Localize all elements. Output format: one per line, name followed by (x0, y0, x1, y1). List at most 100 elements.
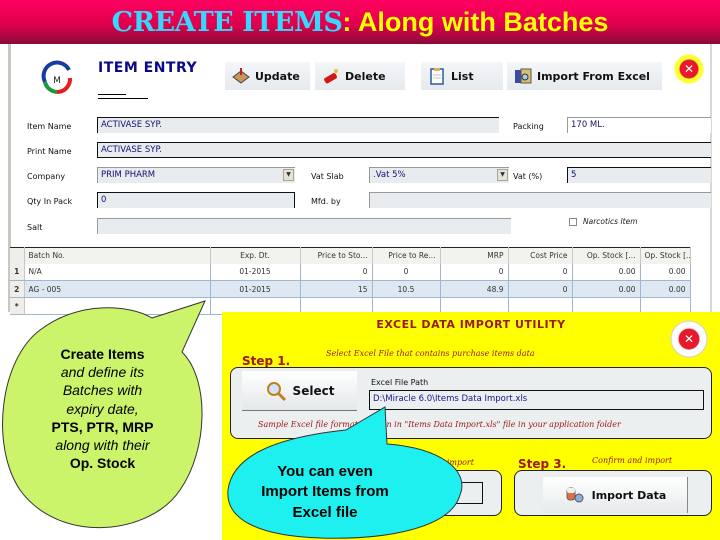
step1-hint: Select Excel File that contains purchase… (326, 349, 535, 358)
salt-label: Salt (27, 223, 43, 232)
divider (98, 98, 148, 99)
update-label: Update (255, 69, 300, 83)
callout-line: along with their (55, 436, 150, 453)
delete-button[interactable]: Delete (315, 62, 405, 90)
chevron-down-icon[interactable]: ▼ (283, 169, 294, 181)
callout-line: Op. Stock (69, 455, 136, 472)
company-value: PRIM PHARM (101, 170, 156, 180)
vat-pct-input[interactable]: 5 (567, 167, 711, 183)
cell-exp-dt[interactable]: 01-2015 (210, 280, 301, 298)
step1-label: Step 1. (242, 354, 291, 368)
close-icon: ✕ (683, 332, 695, 346)
item-name-input[interactable]: ACTIVASE SYP. (97, 117, 499, 133)
import-data-button[interactable]: Import Data (543, 477, 688, 513)
grid-header-row: Batch No. Exp. Dt. Price to Sto... Price… (10, 247, 691, 264)
batch-grid[interactable]: Batch No. Exp. Dt. Price to Sto... Price… (10, 247, 691, 315)
company-select[interactable]: PRIM PHARM ▼ (97, 167, 295, 183)
column-header-exp-dt[interactable]: Exp. Dt. (210, 247, 301, 264)
slide-title-banner: CREATE ITEMS: Along with Batches (0, 0, 720, 44)
svg-text:M: M (53, 76, 61, 86)
cell-batch-no[interactable]: AG - 005 (24, 280, 211, 298)
item-name-label: Item Name (27, 122, 72, 131)
list-button[interactable]: List (421, 62, 503, 90)
print-name-input[interactable]: ACTIVASE SYP. (97, 142, 711, 158)
company-label: Company (27, 172, 66, 181)
qty-in-pack-label: Qty In Pack (27, 197, 73, 206)
packing-input[interactable]: 170 ML. (567, 117, 711, 133)
callout-line: PTS, PTR, MRP (51, 418, 154, 435)
salt-input[interactable] (97, 218, 511, 234)
sample-file-note: Sample Excel file format is given in "It… (258, 420, 621, 429)
step2-hint: ...s to import (422, 458, 474, 467)
narcotics-checkbox[interactable] (569, 218, 577, 226)
title-create-items: CREATE ITEMS (111, 7, 343, 38)
chevron-down-icon[interactable]: ▼ (497, 169, 508, 181)
file-path-input[interactable]: D:\Miracle 6.0\Items Data Import.xls (369, 390, 704, 410)
print-name-label: Print Name (27, 147, 72, 156)
import-utility-title: EXCEL DATA IMPORT UTILITY (376, 318, 566, 331)
column-header-mrp[interactable]: MRP (440, 247, 509, 264)
row-index[interactable]: 2 (10, 280, 25, 298)
import-from-excel-button[interactable]: Import From Excel (507, 62, 662, 90)
cell-op-stock-1[interactable]: 0.00 (572, 280, 641, 298)
update-button[interactable]: Update (225, 62, 310, 90)
green-callout-text: Create Items and define its Batches with… (20, 345, 185, 472)
cell-price-to-retailer[interactable]: 0 (372, 263, 441, 281)
import-data-icon (566, 487, 584, 503)
delete-icon (324, 69, 338, 84)
form-title: ITEM ENTRY (98, 60, 198, 76)
cell-op-stock-1[interactable]: 0.00 (572, 263, 641, 281)
step3-hint: Confirm and import (592, 456, 673, 465)
column-header-op-stock-2[interactable]: Op. Stock [... (640, 247, 691, 264)
import-data-label: Import Data (591, 488, 667, 502)
table-row[interactable]: 2 AG - 005 01-2015 15 10.5 48.9 0 0.00 0… (10, 280, 691, 298)
cell-batch-no[interactable]: N/A (24, 263, 211, 281)
qty-in-pack-input[interactable]: 0 (97, 192, 295, 208)
cell-price-to-stockist[interactable]: 15 (300, 280, 373, 298)
cell-mrp[interactable]: 0 (440, 263, 509, 281)
cell-price-to-stockist[interactable]: 0 (300, 263, 373, 281)
callout-line: and define its (60, 364, 145, 381)
magnifier-icon (266, 381, 286, 401)
column-header-price-to-retailer[interactable]: Price to Re... (372, 247, 441, 264)
column-header-batch-no[interactable]: Batch No. (24, 247, 211, 264)
cell-op-stock-2[interactable]: 0.00 (640, 263, 691, 281)
delete-label: Delete (345, 69, 386, 83)
title-subtitle: : Along with Batches (342, 7, 609, 37)
callout-line: Import Items from (261, 483, 389, 501)
close-button[interactable]: ✕ (674, 54, 704, 84)
callout-line: expiry date, (66, 400, 139, 417)
packing-label: Packing (513, 122, 544, 131)
column-header-cost-price[interactable]: Cost Price (508, 247, 573, 264)
cell-exp-dt[interactable]: 01-2015 (210, 263, 301, 281)
select-label: Select (292, 383, 335, 398)
callout-line: Create Items (60, 346, 145, 362)
mfd-by-input[interactable] (369, 192, 711, 208)
update-icon (232, 68, 250, 84)
clipboard-list-icon (430, 68, 444, 85)
cell-cost-price[interactable]: 0 (508, 263, 573, 281)
file-path-label: Excel File Path (371, 378, 429, 387)
cell-batch-no[interactable] (24, 297, 211, 315)
vat-slab-label: Vat Slab (311, 172, 344, 181)
column-header-price-to-stockist[interactable]: Price to Sto... (300, 247, 373, 264)
vat-pct-label: Vat (%) (513, 172, 543, 181)
column-header-op-stock-1[interactable]: Op. Stock [... (572, 247, 641, 264)
vat-slab-select[interactable]: .Vat 5% ▼ (369, 167, 509, 183)
select-file-button[interactable]: Select (242, 371, 357, 411)
cyan-callout-text: You can even Import Items from Excel fil… (235, 462, 415, 523)
cell-cost-price[interactable]: 0 (508, 280, 573, 298)
cell-mrp[interactable]: 48.9 (440, 280, 509, 298)
table-row[interactable]: 1 N/A 01-2015 0 0 0 0 0.00 0.00 (10, 263, 691, 281)
cell-price-to-retailer[interactable]: 10.5 (372, 280, 441, 298)
cell-op-stock-2[interactable]: 0.00 (640, 280, 691, 298)
row-index[interactable]: 1 (10, 263, 25, 281)
callout-line: You can even (277, 463, 373, 480)
mfd-by-label: Mfd. by (311, 197, 341, 206)
row-index[interactable]: * (10, 297, 25, 315)
step3-label: Step 3. (518, 457, 567, 471)
import-close-button[interactable]: ✕ (670, 320, 708, 358)
vat-slab-value: .Vat 5% (373, 170, 406, 180)
step2-input[interactable] (437, 482, 483, 504)
divider (98, 94, 126, 95)
